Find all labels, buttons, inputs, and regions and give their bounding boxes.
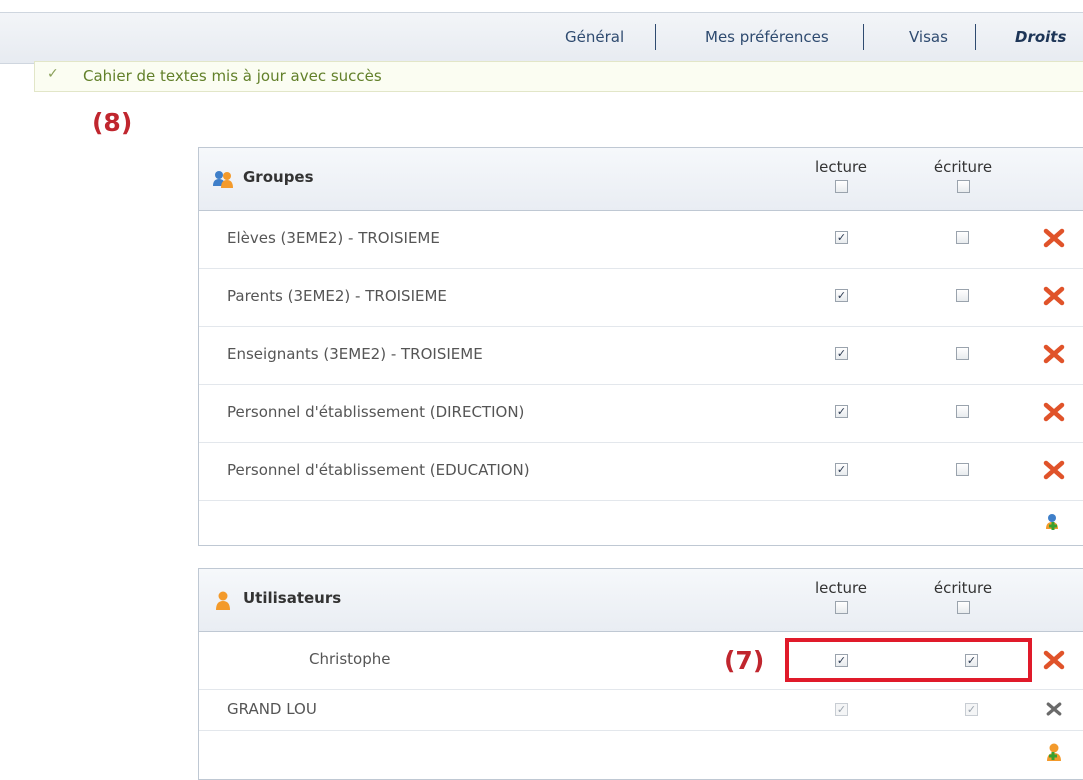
write-checkbox[interactable] [956, 289, 969, 302]
table-row: GRAND LOU ✓ ✓ [199, 690, 1083, 731]
add-user-icon[interactable] [1043, 741, 1065, 763]
delete-icon[interactable] [1043, 459, 1065, 481]
users-col-lecture-label: lecture [814, 579, 868, 597]
user-icon [216, 591, 230, 610]
tab-droits[interactable]: Droits [1015, 28, 1066, 46]
groups-select-all-write-checkbox[interactable] [956, 180, 970, 193]
read-checkbox[interactable]: ✓ [835, 289, 848, 302]
add-row [199, 731, 1083, 778]
tab-separator [655, 24, 656, 50]
groups-col-ecriture: écriture [923, 158, 1003, 193]
highlight-box [785, 638, 1032, 682]
users-col-lecture: lecture [801, 579, 881, 614]
write-checkbox[interactable] [956, 405, 969, 418]
read-checkbox[interactable]: ✓ [835, 231, 848, 244]
table-row: Elèves (3EME2) - TROISIEME ✓ [199, 211, 1083, 269]
delete-icon[interactable] [1043, 401, 1065, 423]
read-checkbox[interactable]: ✓ [835, 463, 848, 476]
write-checkbox: ✓ [965, 703, 978, 716]
tab-visas[interactable]: Visas [909, 28, 948, 46]
groups-panel-header: Groupes lecture écriture [199, 148, 1083, 211]
tab-separator [863, 24, 864, 50]
read-checkbox: ✓ [835, 703, 848, 716]
users-panel-header: Utilisateurs lecture écriture [199, 569, 1083, 632]
write-checkbox[interactable] [956, 231, 969, 244]
groups-col-lecture: lecture [801, 158, 881, 193]
users-col-ecriture: écriture [923, 579, 1003, 614]
write-checkbox[interactable] [956, 347, 969, 360]
group-label: Elèves (3EME2) - TROISIEME [227, 229, 440, 247]
delete-icon[interactable] [1043, 285, 1065, 307]
table-row: Enseignants (3EME2) - TROISIEME ✓ [199, 327, 1083, 385]
tab-general[interactable]: Général [565, 28, 624, 46]
success-banner: ✓ Cahier de textes mis à jour avec succè… [34, 61, 1083, 92]
delete-icon[interactable] [1043, 227, 1065, 249]
delete-icon[interactable] [1045, 700, 1063, 718]
table-row: Personnel d'établissement (EDUCATION) ✓ [199, 443, 1083, 501]
delete-icon[interactable] [1043, 343, 1065, 365]
users-col-ecriture-label: écriture [933, 579, 993, 597]
user-label: GRAND LOU [227, 700, 317, 718]
table-row: Personnel d'établissement (DIRECTION) ✓ [199, 385, 1083, 443]
delete-icon[interactable] [1043, 649, 1065, 671]
group-label: Personnel d'établissement (EDUCATION) [227, 461, 530, 479]
group-icon [213, 171, 233, 188]
groups-col-lecture-label: lecture [814, 158, 868, 176]
add-row [199, 501, 1083, 544]
users-title: Utilisateurs [243, 589, 342, 607]
group-label: Parents (3EME2) - TROISIEME [227, 287, 447, 305]
table-row: Parents (3EME2) - TROISIEME ✓ [199, 269, 1083, 327]
users-select-all-write-checkbox[interactable] [956, 601, 970, 614]
write-checkbox[interactable] [956, 463, 969, 476]
groups-select-all-read-checkbox[interactable] [834, 180, 848, 193]
groups-panel: Groupes lecture écriture Elèves (3EME2) … [198, 147, 1083, 546]
users-select-all-read-checkbox[interactable] [834, 601, 848, 614]
tab-mes-preferences[interactable]: Mes préférences [705, 28, 829, 46]
read-checkbox[interactable]: ✓ [835, 347, 848, 360]
groups-col-ecriture-label: écriture [933, 158, 993, 176]
read-checkbox[interactable]: ✓ [835, 405, 848, 418]
user-label: Christophe [309, 650, 391, 668]
success-message: Cahier de textes mis à jour avec succès [83, 67, 382, 85]
group-label: Personnel d'établissement (DIRECTION) [227, 403, 525, 421]
annotation-7: (7) [724, 646, 765, 675]
check-icon: ✓ [47, 66, 59, 82]
tab-separator [975, 24, 976, 50]
add-group-icon[interactable] [1043, 511, 1065, 533]
top-tab-bar: Général Mes préférences Visas Droits [0, 12, 1083, 64]
groups-title: Groupes [243, 168, 314, 186]
group-label: Enseignants (3EME2) - TROISIEME [227, 345, 483, 363]
annotation-8: (8) [92, 108, 133, 137]
